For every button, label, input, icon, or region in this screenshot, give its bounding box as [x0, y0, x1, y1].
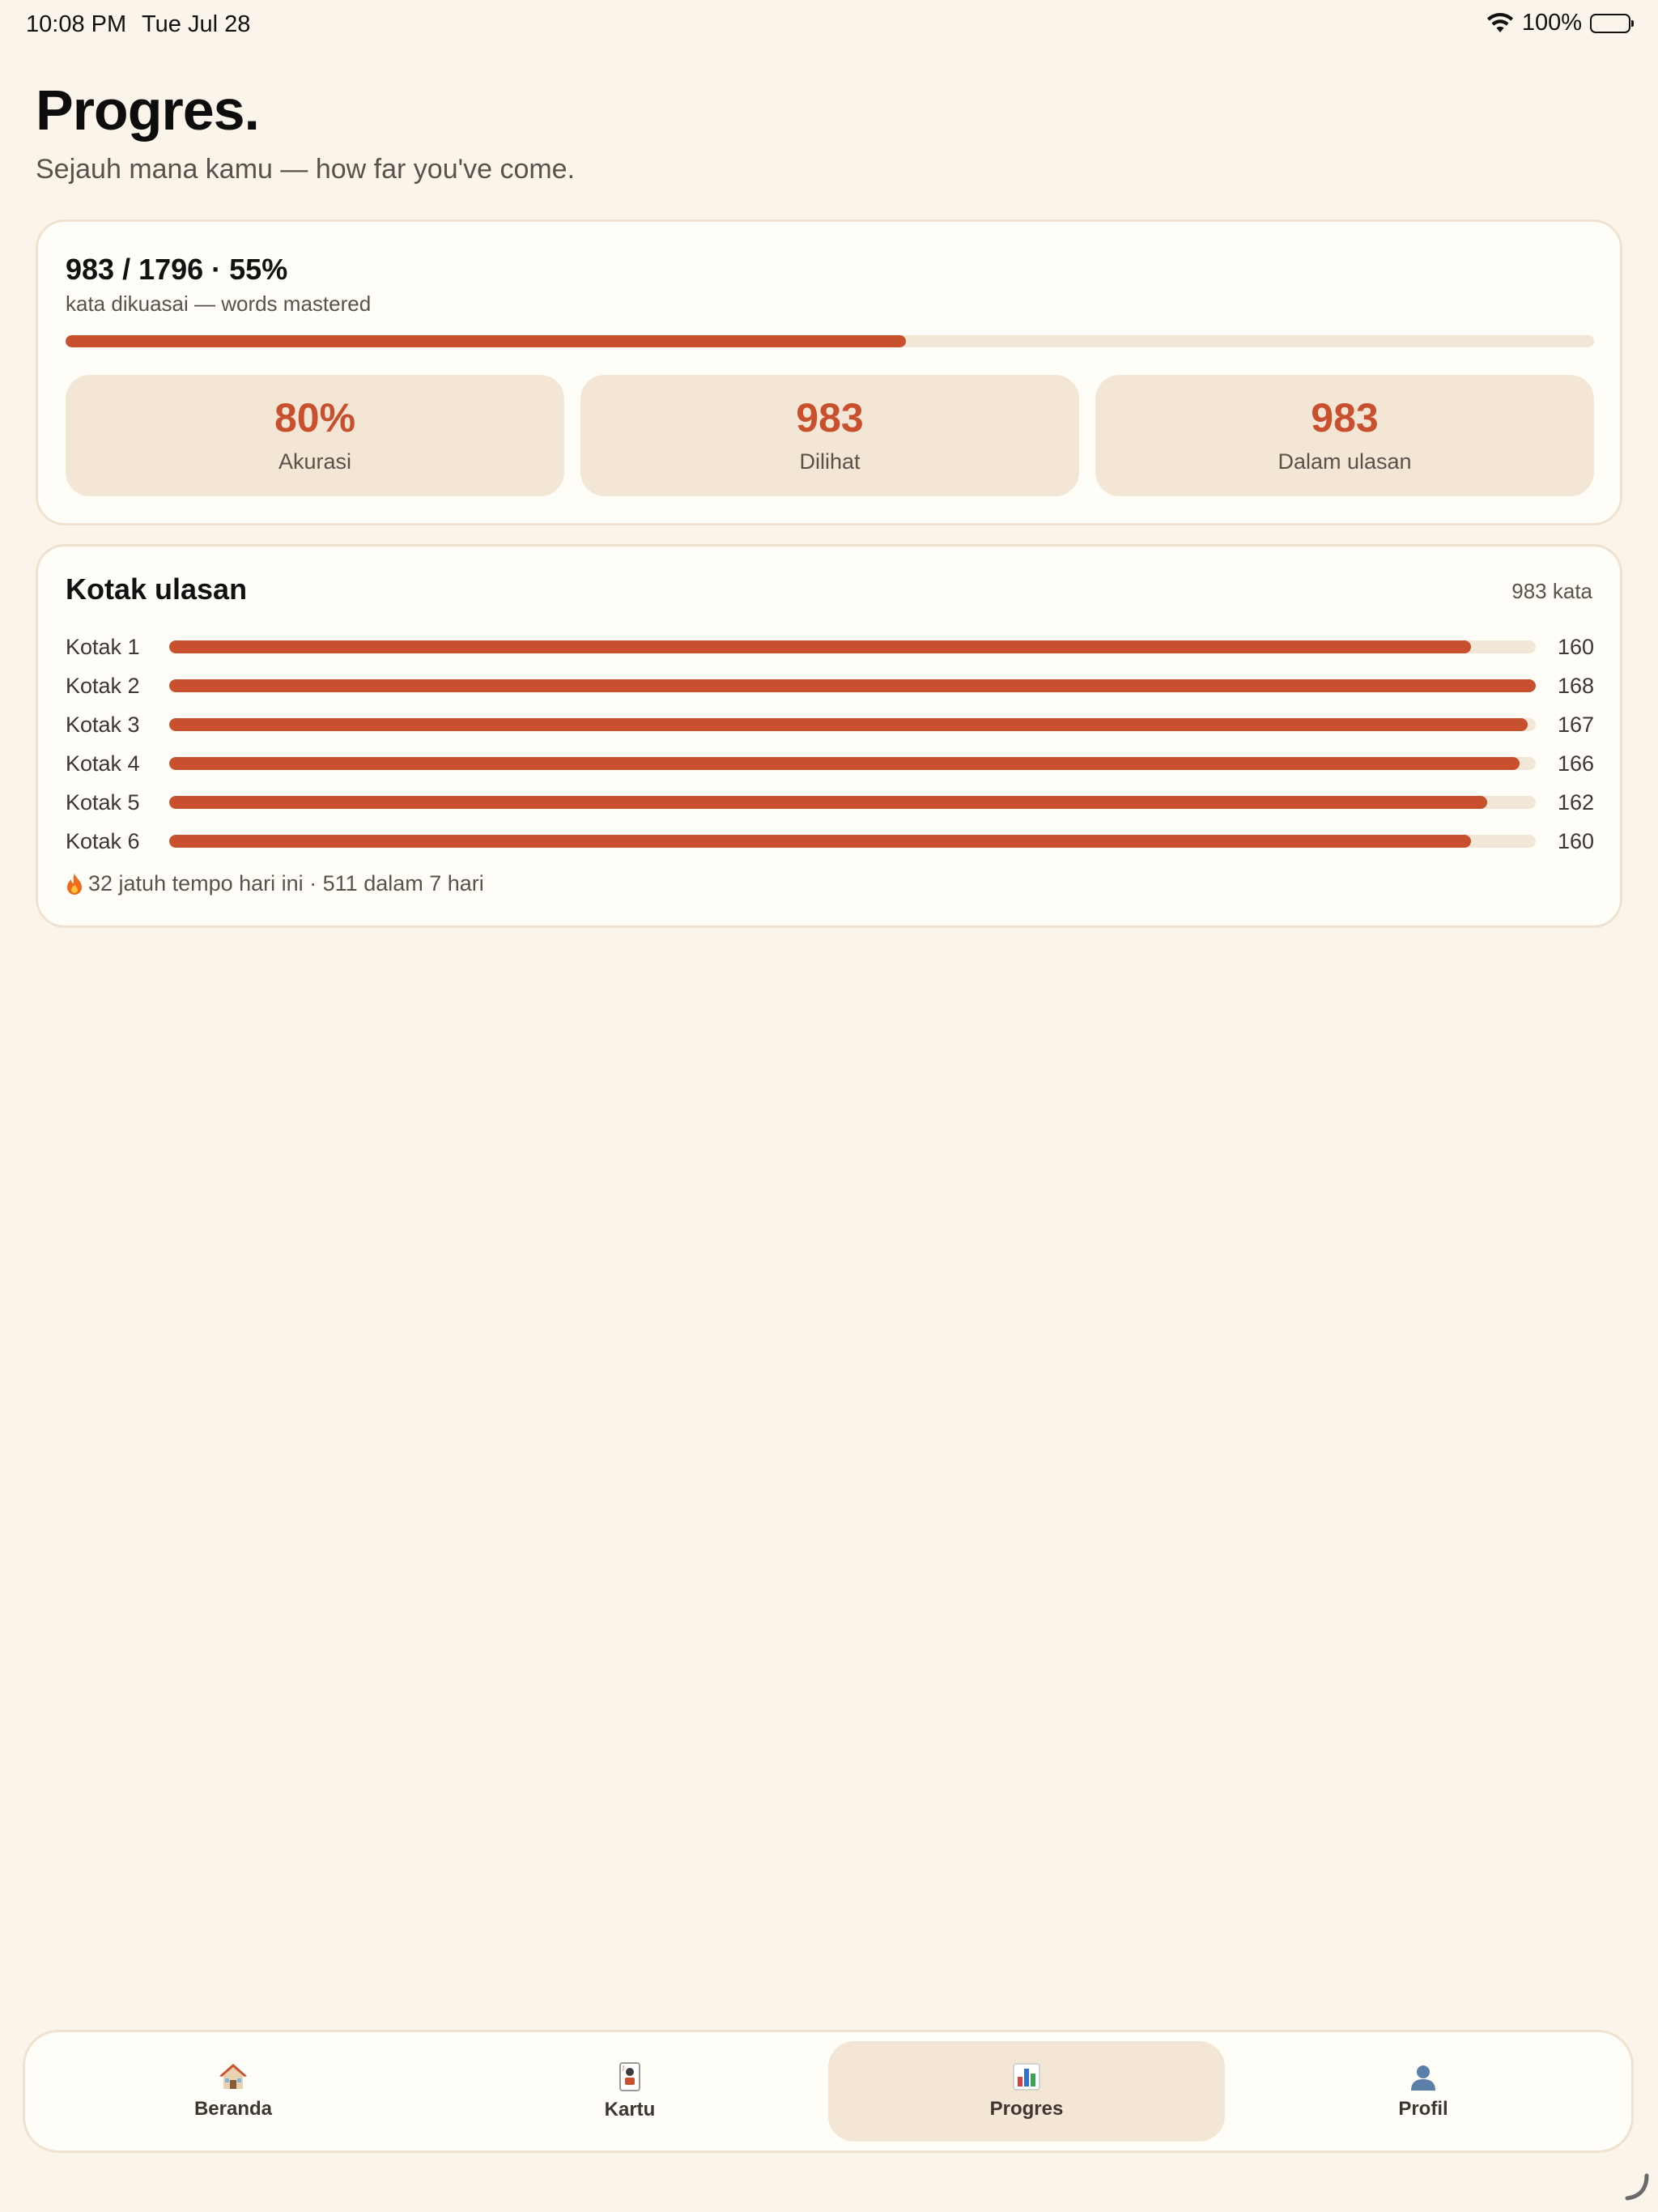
box-row: Kotak 4 166: [66, 744, 1594, 783]
box-label: Kotak 3: [66, 712, 140, 737]
corner-handle-icon: [1622, 2172, 1650, 2206]
status-time: 10:08 PM: [26, 11, 127, 37]
box-label: Kotak 1: [66, 634, 140, 659]
box-row: Kotak 3 167: [66, 705, 1594, 744]
box-rows: Kotak 1 160 Kotak 2 168 Kotak 3 167 Kota…: [66, 627, 1594, 861]
house-icon: [218, 2062, 249, 2091]
box-count: 162: [1557, 789, 1594, 815]
tab-kartu[interactable]: J Kartu: [432, 2041, 828, 2142]
stat-seen: 983 Dilihat: [580, 375, 1079, 496]
tab-progres[interactable]: Progres: [828, 2041, 1225, 2142]
box-bar-fill: [169, 796, 1487, 809]
tab-label: Kartu: [604, 2099, 656, 2121]
stats-row: 80% Akurasi 983 Dilihat 983 Dalam ulasan: [66, 375, 1594, 496]
page-title: Progres.: [36, 79, 260, 142]
stat-value: 80%: [274, 394, 356, 440]
box-bar-track: [169, 757, 1536, 770]
mastery-headline: 983 / 1796 · 55%: [66, 253, 288, 286]
box-count: 168: [1557, 673, 1594, 698]
wifi-icon: [1486, 12, 1514, 34]
battery-percent: 100%: [1521, 10, 1582, 36]
person-icon: [1409, 2062, 1438, 2091]
status-date: Tue Jul 28: [142, 11, 251, 37]
box-bar-track: [169, 679, 1536, 692]
box-bar-fill: [169, 757, 1520, 770]
page-subtitle: Sejauh mana kamu — how far you've come.: [36, 154, 576, 185]
tab-bar: Beranda J Kartu Progres Profil: [23, 2030, 1634, 2153]
box-bar-fill: [169, 640, 1471, 653]
review-boxes-card: Kotak ulasan 983 kata Kotak 1 160 Kotak …: [36, 544, 1622, 928]
box-count: 166: [1557, 751, 1594, 776]
tab-label: Progres: [989, 2098, 1064, 2120]
tab-label: Profil: [1398, 2098, 1448, 2120]
mastery-progress-bar: [66, 335, 1594, 347]
stat-value: 983: [796, 394, 864, 440]
box-bar-track: [169, 796, 1536, 809]
review-boxes-title: Kotak ulasan: [66, 572, 248, 606]
stat-label: Dilihat: [799, 449, 861, 474]
svg-text:J: J: [622, 2065, 624, 2071]
box-label: Kotak 2: [66, 673, 140, 698]
box-label: Kotak 6: [66, 828, 140, 853]
mastery-card: 983 / 1796 · 55% kata dikuasai — words m…: [36, 219, 1622, 525]
mastery-caption: kata dikuasai — words mastered: [66, 291, 372, 316]
box-bar-fill: [169, 679, 1536, 692]
box-bar-fill: [169, 718, 1528, 731]
box-count: 160: [1557, 634, 1594, 659]
stat-label: Akurasi: [278, 449, 352, 474]
stat-label: Dalam ulasan: [1278, 449, 1412, 474]
box-count: 167: [1557, 712, 1594, 737]
status-bar: 10:08 PM Tue Jul 28 100%: [0, 0, 1658, 52]
tab-profil[interactable]: Profil: [1225, 2041, 1622, 2142]
box-row: Kotak 1 160: [66, 627, 1594, 666]
box-bar-track: [169, 640, 1536, 653]
bar-chart-icon: [1012, 2062, 1041, 2091]
fire-icon: [66, 873, 83, 895]
stat-accuracy: 80% Akurasi: [66, 375, 564, 496]
tab-label: Beranda: [193, 2098, 273, 2120]
status-indicators: 100%: [1486, 10, 1634, 36]
box-count: 160: [1557, 828, 1594, 853]
box-row: Kotak 2 168: [66, 666, 1594, 705]
due-summary: 32 jatuh tempo hari ini · 511 dalam 7 ha…: [66, 871, 484, 896]
box-bar-fill: [169, 835, 1471, 848]
review-boxes-total: 983 kata: [1511, 579, 1592, 603]
box-label: Kotak 4: [66, 751, 140, 776]
battery-icon: [1590, 13, 1634, 33]
box-row: Kotak 6 160: [66, 822, 1594, 861]
due-text: 32 jatuh tempo hari ini · 511 dalam 7 ha…: [88, 871, 484, 895]
box-label: Kotak 5: [66, 789, 140, 815]
stat-value: 983: [1311, 394, 1379, 440]
box-row: Kotak 5 162: [66, 783, 1594, 822]
box-bar-track: [169, 835, 1536, 848]
mastery-progress-fill: [66, 335, 907, 347]
stat-in-review: 983 Dalam ulasan: [1095, 375, 1594, 496]
box-bar-track: [169, 718, 1536, 731]
cards-icon: J: [616, 2061, 644, 2092]
tab-beranda[interactable]: Beranda: [35, 2041, 432, 2142]
